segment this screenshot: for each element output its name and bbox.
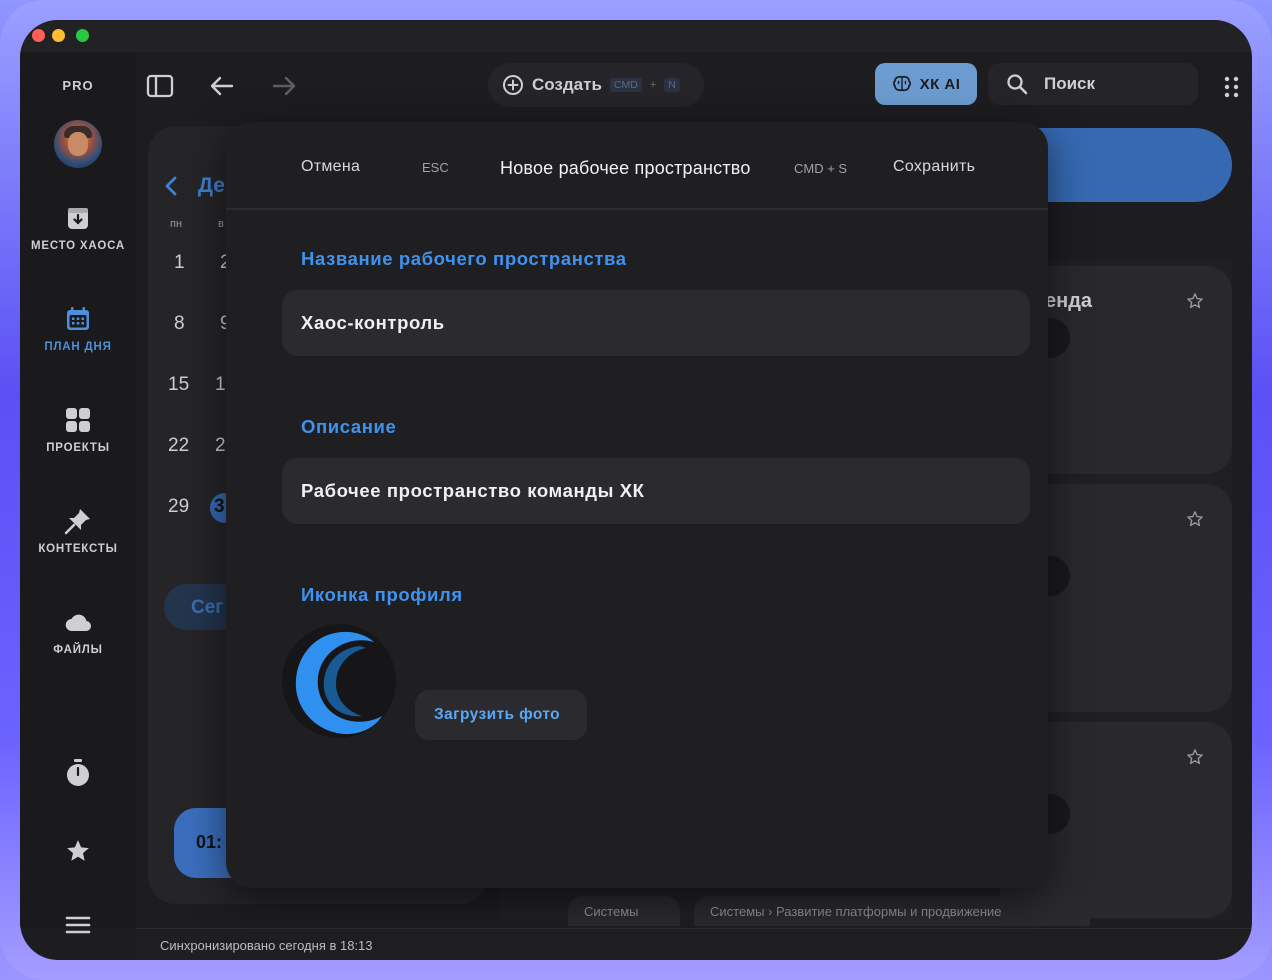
cancel-button[interactable]: Отмена bbox=[301, 158, 360, 176]
create-button[interactable]: Создать CMD + N bbox=[488, 63, 704, 107]
save-button[interactable]: Сохранить bbox=[893, 158, 975, 176]
month-title: Де bbox=[198, 174, 225, 197]
context-chip-label: Системы bbox=[584, 904, 639, 919]
device-frame: PRO МЕСТО ХАОСА ПЛАН ДНЯ ПРОЕКТЫ КОНТЕКС… bbox=[0, 0, 1272, 980]
star-icon[interactable] bbox=[65, 838, 91, 864]
sidebar: PRO МЕСТО ХАОСА ПЛАН ДНЯ ПРОЕКТЫ КОНТЕКС… bbox=[20, 52, 136, 934]
calendar-day[interactable]: 15 bbox=[168, 374, 189, 396]
cloud-icon bbox=[65, 614, 92, 632]
calendar-day[interactable]: 1 bbox=[174, 252, 185, 274]
close-window-button[interactable] bbox=[32, 29, 45, 42]
modal-title: Новое рабочее пространство bbox=[500, 158, 751, 178]
shortcut-plus: + bbox=[649, 79, 657, 91]
sidebar-item-contexts[interactable]: КОНТЕКСТЫ bbox=[20, 507, 136, 555]
new-workspace-modal: Отмена ESC Новое рабочее пространство CM… bbox=[226, 122, 1048, 888]
today-button-label: Сег bbox=[191, 597, 224, 618]
name-label: Название рабочего пространства bbox=[301, 248, 627, 269]
shortcut-key: N bbox=[664, 78, 680, 92]
sidebar-item-label: ФАЙЛЫ bbox=[53, 644, 103, 656]
calendar-day[interactable]: 1 bbox=[215, 374, 226, 396]
day-of-week: пн bbox=[170, 218, 183, 230]
cancel-shortcut: ESC bbox=[422, 160, 449, 175]
top-bar: Создать CMD + N ХК AI Поиск bbox=[136, 52, 1252, 118]
profile-icon-label: Иконка профиля bbox=[301, 584, 463, 605]
stopwatch-icon[interactable] bbox=[64, 758, 92, 788]
sync-status: Синхронизировано сегодня в 18:13 bbox=[160, 938, 373, 953]
maximize-window-button[interactable] bbox=[76, 29, 89, 42]
chevron-left-icon[interactable] bbox=[164, 176, 178, 196]
description-label: Описание bbox=[301, 416, 397, 437]
title-bar bbox=[20, 20, 1252, 52]
today-button[interactable]: Сег bbox=[164, 584, 234, 630]
sidebar-item-files[interactable]: ФАЙЛЫ bbox=[20, 608, 136, 656]
avatar[interactable] bbox=[54, 120, 102, 168]
day-of-week: в bbox=[218, 218, 224, 230]
minimize-window-button[interactable] bbox=[52, 29, 65, 42]
calendar-day[interactable]: 29 bbox=[168, 496, 189, 518]
upload-photo-button[interactable]: Загрузить фото bbox=[415, 690, 587, 740]
workspace-logo[interactable] bbox=[282, 624, 396, 738]
archive-icon bbox=[68, 208, 88, 229]
app-window: PRO МЕСТО ХАОСА ПЛАН ДНЯ ПРОЕКТЫ КОНТЕКС… bbox=[20, 20, 1252, 960]
sidebar-item-projects[interactable]: ПРОЕКТЫ bbox=[20, 406, 136, 454]
workspace-name-field[interactable]: Хаос-контроль bbox=[282, 290, 1030, 356]
star-outline-icon[interactable] bbox=[1186, 510, 1204, 528]
description-value: Рабочее пространство команды ХК bbox=[301, 480, 645, 501]
card-title: енда bbox=[1045, 290, 1093, 312]
logo-crescent-icon bbox=[295, 631, 382, 735]
modal-header: Отмена ESC Новое рабочее пространство CM… bbox=[226, 122, 1048, 210]
sidebar-item-label: ПЛАН ДНЯ bbox=[44, 341, 112, 353]
grid-icon bbox=[66, 408, 90, 432]
sidebar-toggle-icon[interactable] bbox=[146, 72, 174, 100]
save-shortcut: CMD + S bbox=[794, 161, 848, 176]
context-chip[interactable]: Системы bbox=[568, 896, 680, 926]
time-slot-label: 01: bbox=[196, 832, 223, 852]
plan-badge: PRO bbox=[62, 78, 94, 93]
sidebar-item-label: КОНТЕКСТЫ bbox=[38, 543, 118, 555]
ai-button[interactable]: ХК AI bbox=[875, 63, 977, 105]
workspace-name-value: Хаос-контроль bbox=[301, 312, 445, 333]
search-placeholder: Поиск bbox=[1044, 74, 1096, 93]
menu-icon[interactable] bbox=[64, 914, 92, 936]
sidebar-item-label: ПРОЕКТЫ bbox=[46, 442, 110, 454]
ai-button-label: ХК AI bbox=[919, 75, 961, 93]
forward-arrow-icon[interactable] bbox=[270, 72, 298, 100]
star-outline-icon[interactable] bbox=[1186, 292, 1204, 310]
back-arrow-icon[interactable] bbox=[208, 72, 236, 100]
status-bar: Синхронизировано сегодня в 18:13 bbox=[136, 928, 1252, 960]
description-field[interactable]: Рабочее пространство команды ХК bbox=[282, 458, 1030, 524]
search-input[interactable]: Поиск bbox=[988, 63, 1198, 105]
apps-grid-icon[interactable] bbox=[1224, 76, 1242, 98]
sidebar-item-label: МЕСТО ХАОСА bbox=[30, 240, 126, 252]
context-chip[interactable]: Системы › Развитие платформы и продвижен… bbox=[694, 896, 1090, 926]
calendar-day[interactable]: 2 bbox=[215, 435, 226, 457]
plus-circle-icon bbox=[503, 75, 523, 95]
shortcut-cmd: CMD bbox=[609, 78, 642, 92]
context-chip-label: Системы › Развитие платформы и продвижен… bbox=[710, 904, 1002, 919]
calendar-day-today[interactable]: 3 bbox=[214, 496, 225, 518]
search-icon bbox=[1007, 74, 1028, 95]
star-outline-icon[interactable] bbox=[1186, 748, 1204, 766]
upload-photo-label: Загрузить фото bbox=[434, 706, 561, 723]
brain-icon bbox=[892, 75, 911, 92]
pin-icon bbox=[64, 509, 90, 535]
create-button-label: Создать bbox=[532, 75, 602, 94]
calendar-day[interactable]: 8 bbox=[174, 313, 185, 335]
calendar-day[interactable]: 22 bbox=[168, 435, 189, 457]
sidebar-item-day-plan[interactable]: ПЛАН ДНЯ bbox=[20, 305, 136, 353]
sidebar-item-chaos[interactable]: МЕСТО ХАОСА bbox=[20, 204, 136, 252]
calendar-icon bbox=[67, 307, 89, 330]
